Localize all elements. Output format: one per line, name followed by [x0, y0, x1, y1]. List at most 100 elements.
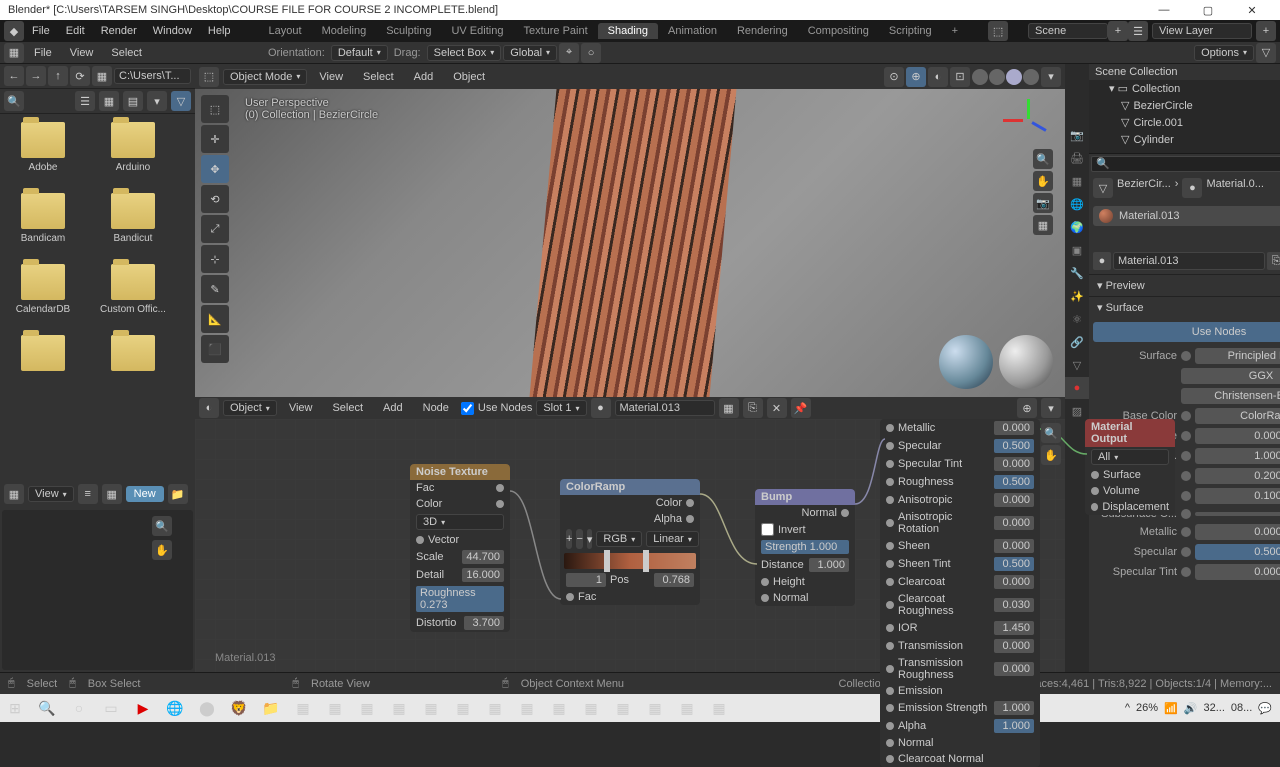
ramp-pos-value[interactable]: 0.768 — [654, 573, 694, 587]
prop-value[interactable]: 0.500 — [1195, 544, 1280, 560]
node-material-output[interactable]: Material Output All Surface Volume Displ… — [1085, 419, 1175, 515]
ne-menu-node[interactable]: Node — [415, 402, 457, 414]
task-youtube-icon[interactable]: ▶ — [128, 694, 158, 722]
outliner-item[interactable]: ▽ Cylinder — [1089, 131, 1280, 148]
bsdf-value[interactable]: 1.450 — [994, 621, 1034, 635]
noise-scale-value[interactable]: 44.700 — [462, 550, 504, 564]
mat-pin-icon[interactable]: 📌 — [791, 398, 811, 418]
panel-surface[interactable]: Surface — [1089, 297, 1280, 318]
image-editor-icon[interactable]: ▦ — [4, 484, 24, 504]
use-nodes-button[interactable]: Use Nodes — [1093, 322, 1280, 342]
tool-move[interactable]: ✥ — [201, 155, 229, 183]
bsdf-value[interactable]: 0.500 — [994, 439, 1034, 453]
ramp-interp-dropdown[interactable]: Linear — [646, 531, 699, 547]
prop-value[interactable]: 0.000 — [1195, 564, 1280, 580]
tab-constraint-icon[interactable]: 🔗 — [1065, 331, 1089, 353]
tab-shading[interactable]: Shading — [598, 23, 658, 39]
fb-menu-view[interactable]: View — [62, 47, 102, 59]
new-button[interactable]: New — [126, 486, 164, 502]
tool-measure[interactable]: 📐 — [201, 305, 229, 333]
ramp-rgb-dropdown[interactable]: RGB — [596, 531, 642, 547]
view-dropdown[interactable]: View — [28, 486, 74, 502]
zoom-btn-icon[interactable]: 🔍 — [1033, 149, 1053, 169]
ne-zoom-icon[interactable]: 🔍 — [1041, 423, 1061, 443]
prop-value[interactable]: 0.200 — [1195, 468, 1280, 484]
ramp-gradient[interactable] — [564, 553, 696, 569]
tray-temp[interactable]: 32... — [1203, 702, 1224, 714]
breadcrumb-object[interactable]: BezierCir... — [1117, 178, 1171, 198]
shade-solid-icon[interactable] — [989, 69, 1005, 85]
task-explorer-icon[interactable]: 📁 — [256, 694, 286, 722]
panel-preview[interactable]: Preview — [1089, 275, 1280, 296]
task-cortana-icon[interactable]: ○ — [64, 694, 94, 722]
bsdf-value[interactable]: 0.030 — [994, 598, 1034, 612]
tab-physics-icon[interactable]: ⚛ — [1065, 308, 1089, 330]
tool-scale[interactable]: ⤢ — [201, 215, 229, 243]
bsdf-value[interactable]: 1.000 — [994, 701, 1034, 715]
tab-output-icon[interactable]: 🖨 — [1065, 147, 1089, 169]
nav-gizmo[interactable] — [1003, 95, 1053, 145]
prop-value[interactable]: 1.000 — [1195, 448, 1280, 464]
outliner-scene-collection[interactable]: Scene Collection — [1089, 64, 1280, 80]
use-nodes-checkbox[interactable] — [461, 402, 474, 415]
img-icon[interactable]: ▦ — [102, 484, 122, 504]
persp-btn-icon[interactable]: ▦ — [1033, 215, 1053, 235]
viewlayer-new-icon[interactable]: + — [1256, 21, 1276, 41]
gizmo-icon[interactable]: ⊕ — [906, 67, 926, 87]
bsdf-value[interactable]: 0.000 — [994, 575, 1034, 589]
bsdf-value[interactable]: 0.500 — [994, 557, 1034, 571]
tray-battery-label[interactable]: 26% — [1136, 702, 1158, 714]
task-app-icon[interactable]: ▦ — [640, 694, 670, 722]
tray-wifi-icon[interactable]: 📶 — [1164, 702, 1178, 715]
breadcrumb-mat-icon[interactable]: ● — [1182, 178, 1202, 198]
zoom-icon[interactable]: 🔍 — [152, 516, 172, 536]
task-app-icon[interactable]: ▦ — [512, 694, 542, 722]
noise-dist-value[interactable]: 3.700 — [464, 616, 504, 630]
mat-copy-icon[interactable]: ⎘ — [743, 398, 763, 418]
ne-menu-add[interactable]: Add — [375, 402, 411, 414]
display-grid-icon[interactable]: ▦ — [99, 91, 119, 111]
ne-menu-select[interactable]: Select — [324, 402, 371, 414]
ramp-stop[interactable] — [643, 550, 649, 572]
tab-scripting[interactable]: Scripting — [879, 23, 942, 39]
ne-overlay-icon[interactable]: ▾ — [1041, 398, 1061, 418]
pan-icon[interactable]: ✋ — [152, 540, 172, 560]
ne-menu-view[interactable]: View — [281, 402, 321, 414]
task-app-icon[interactable]: ▦ — [672, 694, 702, 722]
tab-render-icon[interactable]: 📷 — [1065, 124, 1089, 146]
tab-viewlayer-icon[interactable]: ▦ — [1065, 170, 1089, 192]
menu-edit[interactable]: Edit — [58, 25, 93, 37]
noise-detail-value[interactable]: 16.000 — [462, 568, 504, 582]
prop-value[interactable]: 0.000 — [1195, 428, 1280, 444]
task-app-icon[interactable]: ▦ — [288, 694, 318, 722]
tray-time[interactable]: 08... — [1231, 702, 1252, 714]
bump-distance-value[interactable]: 1.000 — [809, 558, 849, 572]
bump-invert-checkbox[interactable] — [761, 523, 774, 536]
outliner-item[interactable]: ▽ Circle.001 — [1089, 114, 1280, 131]
ramp-menu-icon[interactable]: ▾ — [587, 529, 593, 549]
open-icon[interactable]: 📁 — [168, 484, 188, 504]
tab-compositing[interactable]: Compositing — [798, 23, 879, 39]
prop-value[interactable]: 0.100 — [1195, 488, 1280, 504]
tab-texture-icon[interactable]: ▨ — [1065, 400, 1089, 422]
material-name-input[interactable] — [615, 400, 715, 416]
tab-texturepaint[interactable]: Texture Paint — [513, 23, 597, 39]
display-list-icon[interactable]: ☰ — [75, 91, 95, 111]
minimize-button[interactable]: — — [1144, 4, 1184, 17]
vp-menu-object[interactable]: Object — [445, 71, 493, 83]
start-button[interactable]: ⊞ — [0, 694, 30, 722]
vp-menu-select[interactable]: Select — [355, 71, 402, 83]
bump-strength-value[interactable]: Strength 1.000 — [761, 540, 849, 554]
tab-object-icon[interactable]: ▣ — [1065, 239, 1089, 261]
noise-dim-dropdown[interactable]: 3D — [416, 514, 504, 530]
tab-scene-icon[interactable]: 🌐 — [1065, 193, 1089, 215]
filter-icon[interactable]: ▽ — [1256, 43, 1276, 63]
search-icon[interactable]: 🔍 — [4, 91, 24, 111]
xray-icon[interactable]: ⊡ — [950, 67, 970, 87]
overlays-icon[interactable]: ◐ — [928, 67, 948, 87]
menu-file[interactable]: File — [24, 25, 58, 37]
bsdf-value[interactable]: 0.000 — [994, 516, 1034, 530]
fb-menu-file[interactable]: File — [26, 47, 60, 59]
mode-dropdown[interactable]: Object Mode — [223, 69, 307, 85]
ne-gizmo-icon[interactable]: ⊕ — [1017, 398, 1037, 418]
